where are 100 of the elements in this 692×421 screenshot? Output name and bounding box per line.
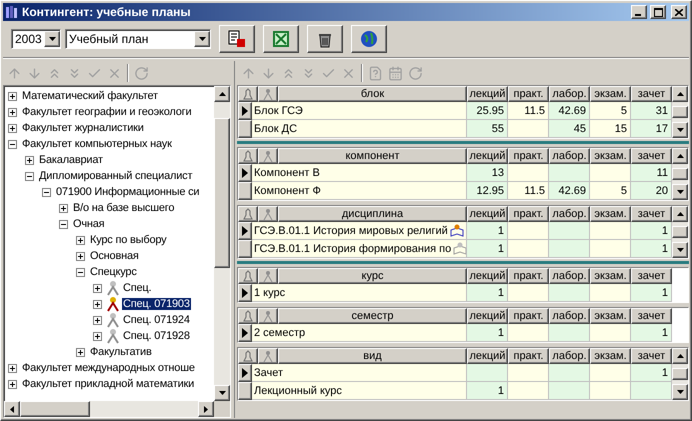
column-header[interactable]: практ. [508, 268, 549, 284]
bell-icon[interactable] [238, 206, 258, 222]
bell-icon[interactable] [238, 308, 258, 324]
column-header[interactable]: лабор. [549, 348, 590, 364]
expand-icon[interactable] [93, 316, 102, 324]
column-header[interactable]: практ. [508, 148, 549, 164]
horizontal-scrollbar[interactable] [4, 401, 214, 417]
scrollbar[interactable] [672, 206, 688, 258]
maximize-button[interactable] [650, 5, 666, 19]
column-header[interactable]: лекций [467, 206, 508, 222]
column-header[interactable]: дисциплина [278, 206, 467, 222]
expand-icon[interactable] [8, 124, 17, 132]
figure-icon[interactable] [258, 308, 278, 324]
expand-icon[interactable] [59, 204, 68, 212]
expand-icon[interactable] [8, 92, 17, 100]
row-indicator[interactable] [238, 240, 252, 258]
bell-icon[interactable] [238, 268, 258, 284]
row-indicator[interactable] [238, 222, 252, 240]
row-indicator[interactable] [238, 364, 252, 382]
vertical-scrollbar[interactable] [214, 86, 230, 401]
column-header[interactable]: зачет [631, 268, 672, 284]
column-header[interactable]: практ. [508, 86, 549, 102]
row-indicator[interactable] [238, 120, 252, 138]
year-dropdown[interactable]: 2003 [11, 29, 61, 49]
collapse-icon[interactable] [59, 220, 68, 228]
tree-item[interactable]: Факультет журналистики [21, 122, 145, 134]
tree-item[interactable]: Бакалавриат [38, 154, 104, 166]
tree-item[interactable]: 071900 Информационные си [55, 186, 200, 198]
tree-item[interactable]: Факультет прикладной математики [21, 378, 196, 390]
row-indicator[interactable] [238, 324, 252, 342]
scrollbar[interactable] [672, 348, 688, 400]
figure-icon[interactable] [258, 206, 278, 222]
column-header[interactable]: лекций [467, 308, 508, 324]
expand-icon[interactable] [8, 108, 17, 116]
tree-item[interactable]: Очная [72, 218, 106, 230]
row-indicator[interactable] [238, 102, 252, 120]
collapse-icon[interactable] [8, 140, 17, 148]
document-button[interactable] [219, 25, 255, 53]
scrollbar[interactable] [672, 148, 688, 200]
tree-item[interactable]: Математический факультет [21, 90, 159, 102]
tree-item[interactable]: Факультатив [89, 346, 153, 358]
spreadsheet-button[interactable] [263, 25, 299, 53]
figure-icon[interactable] [258, 268, 278, 284]
tree-item[interactable]: Факультет компьютерных наук [21, 138, 173, 150]
tree-item[interactable]: Спец. 071928 [122, 330, 191, 342]
tree-item[interactable]: Спецкурс [89, 266, 138, 278]
tree-item[interactable]: Факультет международных отноше [21, 362, 196, 374]
tree-item[interactable]: Основная [89, 250, 140, 262]
bell-icon[interactable] [238, 148, 258, 164]
collapse-icon[interactable] [76, 268, 85, 276]
column-header[interactable]: лекций [467, 348, 508, 364]
bell-icon[interactable] [238, 348, 258, 364]
column-header[interactable]: экзам. [590, 348, 631, 364]
figure-icon[interactable] [258, 86, 278, 102]
column-header[interactable]: курс [278, 268, 467, 284]
column-header[interactable]: лабор. [549, 308, 590, 324]
trash-button[interactable] [307, 25, 343, 53]
column-header[interactable]: зачет [631, 348, 672, 364]
column-header[interactable]: лекций [467, 148, 508, 164]
column-header[interactable]: лабор. [549, 86, 590, 102]
column-header[interactable]: лабор. [549, 268, 590, 284]
figure-icon[interactable] [258, 148, 278, 164]
tree-item[interactable]: Спец. 071903 [122, 298, 191, 310]
column-header[interactable]: лекций [467, 86, 508, 102]
column-header[interactable]: зачет [631, 206, 672, 222]
expand-icon[interactable] [93, 284, 102, 292]
column-header[interactable]: экзам. [590, 206, 631, 222]
column-header[interactable]: экзам. [590, 268, 631, 284]
tree-item[interactable]: Дипломированный специалист [38, 170, 194, 182]
column-header[interactable]: экзам. [590, 86, 631, 102]
column-header[interactable]: практ. [508, 348, 549, 364]
collapse-icon[interactable] [42, 188, 51, 196]
expand-icon[interactable] [76, 252, 85, 260]
expand-icon[interactable] [8, 364, 17, 372]
close-button[interactable] [671, 5, 687, 19]
column-header[interactable]: экзам. [590, 308, 631, 324]
expand-icon[interactable] [76, 348, 85, 356]
column-header[interactable]: семестр [278, 308, 467, 324]
tree-item[interactable]: Спец. [122, 282, 152, 294]
expand-icon[interactable] [25, 156, 34, 164]
column-header[interactable]: вид [278, 348, 467, 364]
column-header[interactable]: лекций [467, 268, 508, 284]
column-header[interactable]: лабор. [549, 206, 590, 222]
tree-item[interactable]: В/о на базе высшего [72, 202, 176, 214]
column-header[interactable]: компонент [278, 148, 467, 164]
row-indicator[interactable] [238, 164, 252, 182]
figure-icon[interactable] [258, 348, 278, 364]
bell-icon[interactable] [238, 86, 258, 102]
plan-dropdown[interactable]: Учебный план [65, 29, 211, 49]
row-indicator[interactable] [238, 382, 252, 400]
expand-icon[interactable] [76, 236, 85, 244]
column-header[interactable]: зачет [631, 148, 672, 164]
expand-icon[interactable] [93, 300, 102, 308]
tree-item[interactable]: Спец. 071924 [122, 314, 191, 326]
column-header[interactable]: зачет [631, 86, 672, 102]
column-header[interactable]: практ. [508, 308, 549, 324]
globe-button[interactable] [351, 25, 387, 53]
scrollbar[interactable] [672, 86, 688, 138]
column-header[interactable]: экзам. [590, 148, 631, 164]
column-header[interactable]: блок [278, 86, 467, 102]
